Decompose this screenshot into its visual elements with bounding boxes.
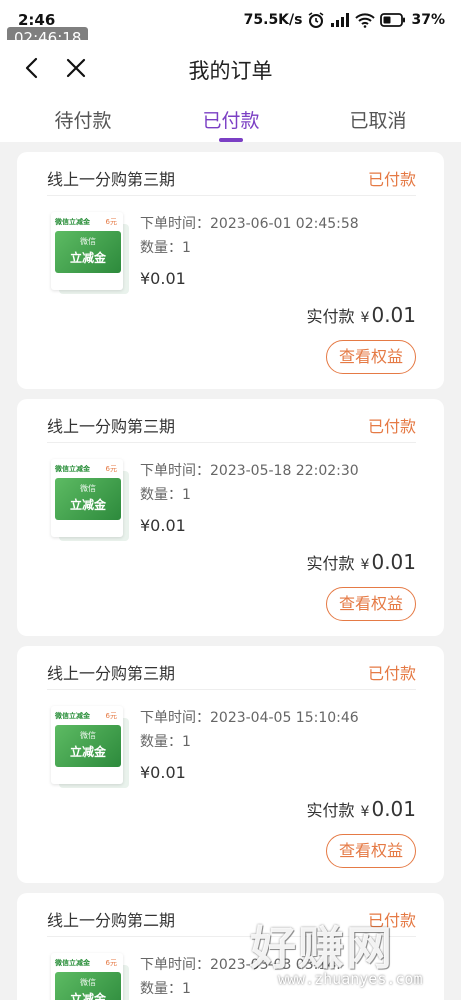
order-title: 线上一分购第三期 (47, 170, 176, 189)
order-time: 下单时间：2023-06-01 02:45:58 (140, 216, 359, 232)
net-speed: 75.5K/s (243, 12, 303, 28)
alarm-icon (307, 11, 325, 29)
view-benefits-button[interactable]: 查看权益 (326, 834, 416, 868)
order-time: 下单时间：2023-04-05 15:10:46 (140, 710, 359, 726)
unit-price: ¥0.01 (140, 763, 186, 782)
order-info: 下单时间：2023-05-18 22:02:30 数量：1 (140, 461, 359, 509)
view-benefits-button[interactable]: 查看权益 (326, 340, 416, 374)
battery-percent: 37% (411, 12, 445, 28)
view-benefits-button[interactable]: 查看权益 (326, 587, 416, 621)
order-title: 线上一分购第三期 (47, 417, 176, 436)
coupon-image: 微信 立减金 (55, 478, 121, 520)
thumb-product-name: 微信立减金 (55, 218, 90, 226)
coupon-image: 微信 立减金 (55, 725, 121, 767)
order-card[interactable]: 线上一分购第三期 已付款 微信立减金 6元 微信 立减金 下单时间：2023-0… (17, 152, 444, 389)
order-title: 线上一分购第三期 (47, 664, 176, 683)
thumb-amount: 6元 (105, 712, 117, 720)
unit-price: ¥0.01 (140, 516, 186, 535)
order-card-header: 线上一分购第三期 已付款 (47, 166, 416, 196)
thumb-product-name: 微信立减金 (55, 959, 90, 967)
thumb-product-name: 微信立减金 (55, 712, 90, 720)
watermark-logo-text: 好赚网 (250, 921, 394, 975)
status-icons: 75.5K/s 37% (244, 11, 445, 29)
tab-cancelled[interactable]: 已取消 (318, 106, 438, 133)
order-info: 下单时间：2023-06-01 02:45:58 数量：1 (140, 214, 359, 262)
tab-paid[interactable]: 已付款 (171, 106, 291, 142)
order-quantity: 数量：1 (140, 487, 191, 503)
app-header: 我的订单 (0, 40, 461, 100)
order-status: 已付款 (367, 417, 416, 436)
active-tab-indicator (219, 138, 243, 142)
paid-amount: 实付款 ¥ 0.01 (306, 797, 416, 821)
thumb-amount: 6元 (105, 465, 117, 473)
page-title: 我的订单 (188, 59, 273, 83)
order-time: 下单时间：2023-05-18 22:02:30 (140, 463, 359, 479)
cellular-signal-icon (330, 12, 350, 28)
order-quantity: 数量：1 (140, 734, 191, 750)
coupon-image: 微信 立减金 (55, 231, 121, 273)
paid-amount: 实付款 ¥ 0.01 (306, 303, 416, 327)
order-card-header: 线上一分购第三期 已付款 (47, 660, 416, 690)
tab-paid-label: 已付款 (202, 110, 260, 132)
product-thumbnail[interactable]: 微信立减金 6元 微信 立减金 (51, 706, 129, 788)
unit-price: ¥0.01 (140, 269, 186, 288)
product-thumbnail[interactable]: 微信立减金 6元 微信 立减金 (51, 212, 129, 294)
order-info: 下单时间：2023-04-05 15:10:46 数量：1 (140, 708, 359, 756)
thumb-amount: 6元 (105, 959, 117, 967)
thumb-product-name: 微信立减金 (55, 465, 90, 473)
order-tabs: 待付款 已付款 已取消 (0, 100, 461, 142)
coupon-image: 微信 立减金 (55, 972, 121, 1000)
thumb-amount: 6元 (105, 218, 117, 226)
product-thumbnail[interactable]: 微信立减金 6元 微信 立减金 (51, 953, 129, 1000)
order-quantity: 数量：1 (140, 240, 191, 256)
paid-amount: 实付款 ¥ 0.01 (306, 550, 416, 574)
order-status: 已付款 (367, 170, 416, 189)
product-thumbnail[interactable]: 微信立减金 6元 微信 立减金 (51, 459, 129, 541)
order-status: 已付款 (367, 664, 416, 683)
order-title: 线上一分购第二期 (47, 911, 176, 930)
order-card-header: 线上一分购第三期 已付款 (47, 413, 416, 443)
watermark-url: www.zhuanyes.com (278, 970, 423, 988)
site-watermark: 好赚网 www.zhuanyes.com (250, 912, 450, 992)
wifi-icon (355, 12, 376, 28)
battery-icon (380, 13, 406, 27)
order-card[interactable]: 线上一分购第三期 已付款 微信立减金 6元 微信 立减金 下单时间：2023-0… (17, 646, 444, 883)
order-card[interactable]: 线上一分购第三期 已付款 微信立减金 6元 微信 立减金 下单时间：2023-0… (17, 399, 444, 636)
tab-pending-payment[interactable]: 待付款 (23, 106, 143, 133)
